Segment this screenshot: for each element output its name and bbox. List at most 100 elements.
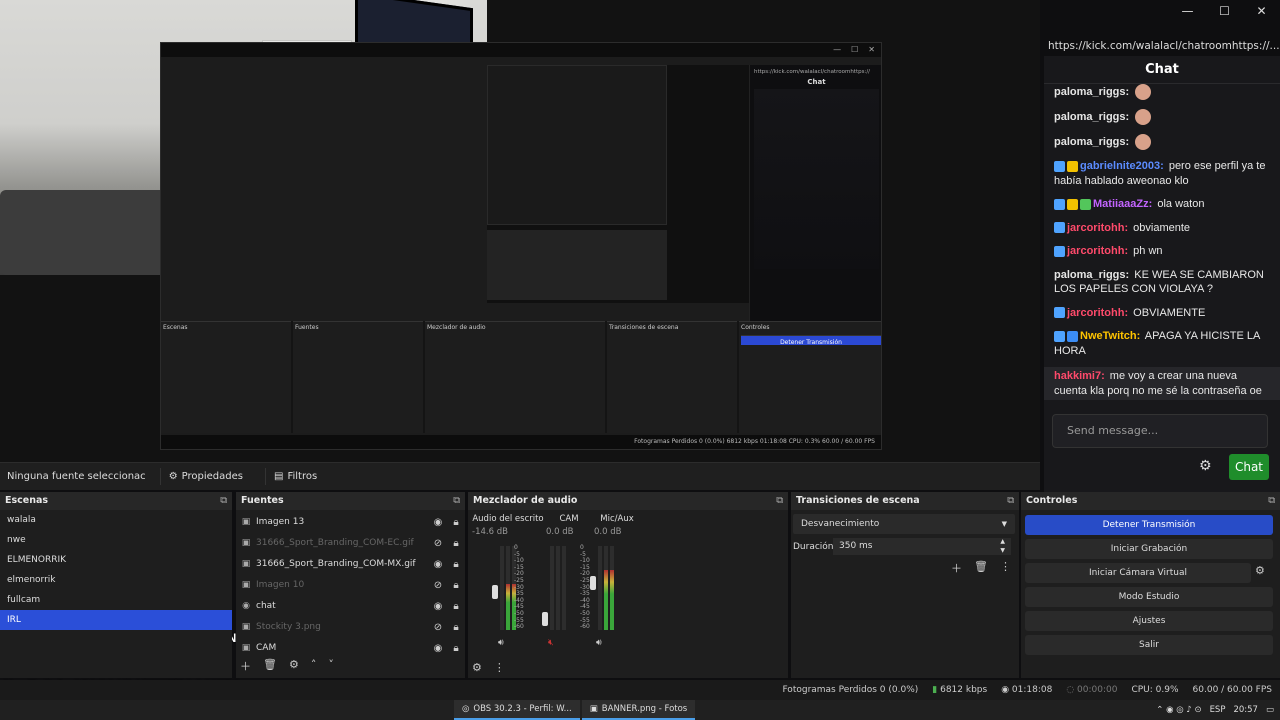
lock-icon[interactable]: 🔒︎ [447, 617, 465, 638]
source-toolbar: Ninguna fuente seleccionac ⚙ Propiedades … [0, 462, 1040, 490]
transition-toolbar: ＋ 🗑 ⋮ [951, 560, 1011, 576]
sources-title: Fuentes [241, 495, 284, 506]
mixer-settings-icon[interactable]: ⚙ [472, 661, 482, 674]
add-icon[interactable]: ＋ [951, 560, 962, 576]
undock-icon[interactable]: ⧉ [1007, 492, 1014, 510]
source-item[interactable]: ▣ CAM ◉ 🔒︎ [236, 638, 465, 659]
scene-item[interactable]: fullcam [0, 590, 232, 610]
volume-fader[interactable] [492, 584, 498, 599]
source-item[interactable]: ◉ chat ◉ 🔒︎ [236, 596, 465, 617]
source-item[interactable]: ▣ Imagen 10 ⊘ 🔒︎ [236, 575, 465, 596]
lock-icon[interactable]: 🔒︎ [447, 533, 465, 554]
duration-input[interactable]: 350 ms ▲ ▼ [833, 538, 1011, 555]
chat-username[interactable]: MatiiaaaZz: [1093, 198, 1152, 210]
chat-username[interactable]: hakkimi7: [1054, 370, 1105, 382]
chat-username[interactable]: NweTwitch: [1080, 330, 1140, 342]
scene-item[interactable]: walala [0, 510, 232, 530]
menu-icon[interactable]: ⋮ [1000, 560, 1011, 576]
eye-icon[interactable]: ◉ [429, 512, 447, 533]
chat-send-button[interactable]: Chat [1229, 454, 1269, 480]
mixer-title: Mezclador de audio [473, 495, 578, 506]
lock-icon[interactable]: 🔒︎ [447, 554, 465, 575]
scene-item[interactable]: nwe [0, 530, 232, 550]
scene-item[interactable]: IRL [0, 610, 232, 630]
control-button[interactable]: Modo Estudio [1025, 587, 1273, 607]
chat-username[interactable]: paloma_riggs: [1054, 86, 1129, 98]
source-item[interactable]: ▣ Imagen 13 ◉ 🔒︎ [236, 512, 465, 533]
eye-icon[interactable]: ◉ [429, 554, 447, 575]
undock-icon[interactable]: ⧉ [453, 492, 460, 510]
chat-username[interactable]: jarcoritohh: [1067, 222, 1128, 234]
eye-icon[interactable]: ◉ [429, 596, 447, 617]
clock[interactable]: 20:57 [1233, 705, 1258, 715]
send-message-input[interactable]: Send message... [1052, 414, 1268, 448]
source-item[interactable]: ▣ Stockity 3.png ⊘ 🔒︎ [236, 617, 465, 638]
lock-icon[interactable]: 🔒︎ [447, 596, 465, 617]
scene-item[interactable]: ELMENORRIK [0, 550, 232, 570]
source-item[interactable]: ▣ 31666_Sport_Branding_COM-EC.gif ⊘ 🔒︎ [236, 533, 465, 554]
chat-username[interactable]: paloma_riggs: [1054, 111, 1129, 123]
control-button[interactable]: Iniciar Cámara Virtual [1025, 563, 1251, 583]
db-scale-label: -60 [514, 623, 524, 631]
control-button[interactable]: Iniciar Grabación [1025, 539, 1273, 559]
live-icon: ◉ [1001, 685, 1012, 695]
eye-off-icon[interactable]: ⊘ [429, 617, 447, 638]
language[interactable]: ESP [1210, 705, 1226, 715]
filters-button[interactable]: ▤ Filtros [264, 468, 325, 485]
mixer-menu-icon[interactable]: ⋮ [494, 661, 505, 674]
lock-icon[interactable]: 🔒︎ [447, 638, 465, 659]
close-button[interactable]: ✕ [1243, 0, 1280, 22]
lock-icon[interactable]: 🔒︎ [447, 575, 465, 596]
add-icon[interactable]: ＋ [240, 658, 251, 674]
source-item[interactable]: ▣ 31666_Sport_Branding_COM-MX.gif ◉ 🔒︎ [236, 554, 465, 575]
chat-username[interactable]: paloma_riggs: [1054, 136, 1129, 148]
undock-icon[interactable]: ⧉ [776, 492, 783, 510]
maximize-button[interactable]: ☐ [1206, 0, 1243, 22]
badge-icon [1054, 160, 1065, 172]
move-up-icon[interactable]: ˄ [311, 658, 317, 674]
speaker-icon[interactable]: 🔊︎ [596, 638, 602, 648]
stepper-icon[interactable]: ▲ ▼ [1000, 537, 1005, 555]
trash-icon[interactable]: 🗑 [974, 560, 988, 576]
chat-username[interactable]: paloma_riggs: [1054, 269, 1129, 281]
eye-off-icon[interactable]: ⊘ [429, 533, 447, 554]
mixer-channel: CAM 0.0 dB [546, 514, 592, 537]
taskbar-obs[interactable]: ◎ OBS 30.2.3 - Perfil: W... [454, 700, 580, 720]
chat-settings-gear-icon[interactable]: ⚙ [1199, 458, 1212, 474]
taskbar-photos[interactable]: ▣ BANNER.png - Fotos [581, 700, 696, 720]
muted-speaker-icon[interactable]: 🔇︎ [548, 638, 554, 648]
control-button[interactable]: Salir [1025, 635, 1273, 655]
gear-icon[interactable]: ⚙ [289, 658, 299, 674]
control-button[interactable]: Ajustes [1025, 611, 1273, 631]
badge-icon [1067, 198, 1078, 210]
tray-icons[interactable]: ⌃ ◉ ◎ ♪ ⊙ [1156, 705, 1201, 715]
speaker-icon[interactable]: 🔊︎ [498, 638, 504, 648]
volume-fader[interactable] [590, 576, 596, 590]
transition-select[interactable]: Desvanecimiento ▼ [793, 514, 1015, 534]
chat-username[interactable]: jarcoritohh: [1067, 307, 1128, 319]
db-scale-label: -60 [580, 623, 590, 631]
nested-chat: https://kick.com/walalacl/chatroomhttps:… [749, 65, 881, 325]
virtual-camera-settings-icon[interactable]: ⚙ [1255, 564, 1265, 577]
minimize-button[interactable]: — [1169, 0, 1206, 22]
chat-message: gabrielnite2003: pero ese perfil ya te h… [1054, 159, 1270, 188]
eye-icon[interactable]: ◉ [429, 638, 447, 659]
lock-icon[interactable]: 🔒︎ [447, 512, 465, 533]
chat-username[interactable]: gabrielnite2003: [1080, 160, 1164, 172]
properties-button[interactable]: ⚙ Propiedades [159, 468, 251, 485]
chat-message: jarcoritohh: OBVIAMENTE [1054, 306, 1270, 321]
move-down-icon[interactable]: ˅ [328, 658, 334, 674]
chat-username[interactable]: jarcoritohh: [1067, 245, 1128, 257]
source-type-icon: ▣ [241, 559, 251, 569]
eye-off-icon[interactable]: ⊘ [429, 575, 447, 596]
undock-icon[interactable]: ⧉ [1268, 492, 1275, 510]
scene-item[interactable]: elmenorrik [0, 570, 232, 590]
undock-icon[interactable]: ⧉ [220, 492, 227, 510]
control-button[interactable]: Detener Transmisión [1025, 515, 1273, 535]
volume-fader[interactable] [542, 612, 548, 626]
notification-icon[interactable]: ▭ [1266, 705, 1274, 715]
trash-icon[interactable]: 🗑 [263, 658, 277, 674]
mixer-channel: Audio del escrito -14.6 dB [472, 514, 544, 537]
badge-icon [1054, 307, 1065, 319]
badge-icon [1067, 330, 1078, 342]
